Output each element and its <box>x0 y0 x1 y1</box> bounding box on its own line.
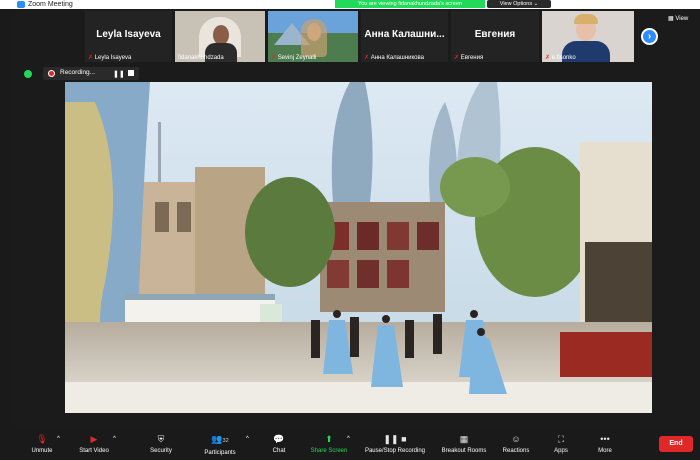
participant-tile[interactable]: Евгения ✗ Евгения <box>451 11 539 62</box>
participant-label: ✗ e.fisonko <box>545 55 576 61</box>
end-meeting-button[interactable]: End <box>659 436 693 452</box>
next-page-button[interactable]: › <box>641 28 658 45</box>
apps-button[interactable]: ⛶ Apps <box>549 434 573 454</box>
breakout-rooms-button[interactable]: ▦ Breakout Rooms <box>437 434 491 454</box>
participant-tile[interactable]: ✗ e.fisonko <box>542 11 634 62</box>
chat-bubble-icon: 💬 <box>273 434 285 444</box>
microphone-muted-icon: 🎙 <box>36 434 48 444</box>
microphone-muted-icon: ✗ <box>545 55 551 61</box>
ellipsis-icon: ••• <box>600 434 610 444</box>
more-button[interactable]: ••• More <box>592 434 618 454</box>
reactions-button[interactable]: ☺ Reactions <box>499 434 533 454</box>
participants-button[interactable]: 👥32 Participants <box>200 434 240 456</box>
participant-hair <box>574 14 598 24</box>
participant-tile[interactable]: fidanakhundzada <box>175 11 265 62</box>
carpet-building <box>320 202 445 312</box>
shared-video-frame <box>65 82 652 413</box>
recording-label: Recording... <box>60 69 96 76</box>
pause-recording-icon[interactable]: ❚❚ <box>113 70 125 78</box>
microphone-muted-icon: ✗ <box>271 55 277 61</box>
tree <box>245 177 335 287</box>
video-off-icon: ▶ <box>90 434 98 444</box>
record-dot-icon <box>48 70 55 77</box>
audio-options-chevron-icon[interactable]: ^ <box>57 436 60 442</box>
unmute-button[interactable]: 🎙 Unmute <box>27 434 57 454</box>
security-shield-icon <box>24 70 32 78</box>
video-options-chevron-icon[interactable]: ^ <box>113 436 116 442</box>
screen-share-banner: You are viewing fidanakhundzada's screen <box>335 0 485 8</box>
view-button[interactable]: ▦ View <box>668 15 688 22</box>
participant-name-large: Анна Калашни... <box>364 29 445 40</box>
participant-tile[interactable]: ✗ Sevinj Zeynalli <box>268 11 358 62</box>
grid-icon: ▦ <box>459 434 469 444</box>
shield-icon: ⛨ <box>157 434 165 444</box>
start-video-button[interactable]: ▶ Start Video <box>74 434 114 454</box>
microphone-muted-icon: ✗ <box>88 55 94 61</box>
chat-button[interactable]: 💬 Chat <box>266 434 292 454</box>
participant-label: ✗ Анна Калашникова <box>364 55 424 61</box>
view-options-button[interactable]: View Options ⌄ <box>487 0 551 8</box>
share-screen-button[interactable]: ⬆ Share Screen <box>306 434 352 454</box>
record-icon: ❚❚ ■ <box>383 434 407 444</box>
smiley-icon: ☺ <box>511 434 521 444</box>
participant-label: ✗ Leyla Isayeva <box>88 55 132 61</box>
pause-stop-recording-button[interactable]: ❚❚ ■ Pause/Stop Recording <box>360 434 430 454</box>
participant-tile[interactable]: Анна Калашни... ✗ Анна Калашникова <box>361 11 448 62</box>
participant-label: ✗ Евгения <box>454 55 484 61</box>
zoom-app-icon <box>17 1 25 8</box>
people-icon: 👥32 <box>211 434 229 444</box>
carpets <box>560 332 652 377</box>
participant-name-large: Leyla Isayeva <box>96 29 161 40</box>
participant-label: ✗ Sevinj Zeynalli <box>271 55 317 61</box>
participants-chevron-icon[interactable]: ^ <box>246 436 249 442</box>
microphone-muted-icon: ✗ <box>364 55 370 61</box>
microphone-muted-icon: ✗ <box>454 55 460 61</box>
grid-icon: ▦ <box>668 16 674 22</box>
security-button[interactable]: ⛨ Security <box>143 434 179 454</box>
stop-recording-icon[interactable] <box>128 70 134 76</box>
participant-tile[interactable]: Leyla Isayeva ✗ Leyla Isayeva <box>85 11 172 62</box>
window-title: Zoom Meeting <box>28 1 73 8</box>
participant-face <box>213 25 229 45</box>
participant-name-large: Евгения <box>474 29 516 40</box>
apps-icon: ⛶ <box>557 434 565 444</box>
participant-label: fidanakhundzada <box>178 55 224 61</box>
participant-hair <box>301 19 327 57</box>
shared-screen-video <box>65 82 652 413</box>
recording-indicator: Recording... ❚❚ <box>43 67 139 80</box>
share-options-chevron-icon[interactable]: ^ <box>347 436 350 442</box>
share-screen-icon: ⬆ <box>325 434 333 444</box>
